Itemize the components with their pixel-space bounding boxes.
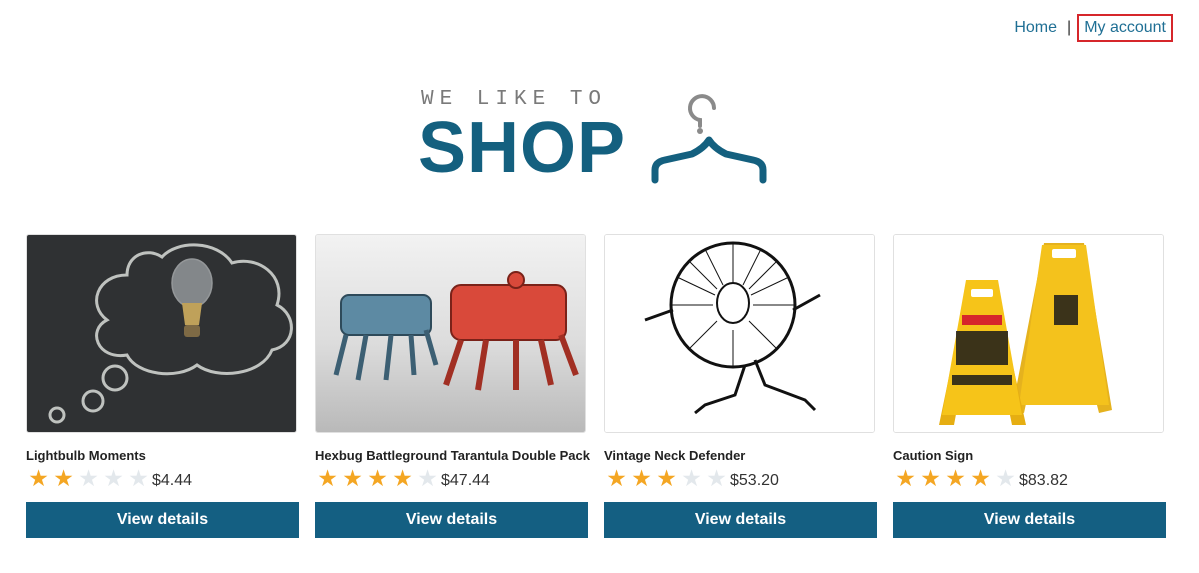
my-account-link[interactable]: My account [1077, 14, 1173, 42]
product-image-hexbug[interactable] [315, 234, 586, 433]
star-filled-icon: ★ [367, 466, 388, 492]
product-name[interactable]: Vintage Neck Defender [604, 448, 877, 464]
product-name[interactable]: Caution Sign [893, 448, 1166, 464]
product-image-neck-defender[interactable] [604, 234, 875, 433]
star-filled-icon: ★ [317, 466, 338, 492]
star-filled-icon: ★ [970, 466, 991, 492]
star-rating: ★ ★ ★ ★ ★ [315, 467, 440, 491]
star-empty-icon: ★ [995, 466, 1016, 492]
product-card: Lightbulb Moments ★ ★ ★ ★ ★ $4.44 View detai… [26, 234, 299, 538]
product-name[interactable]: Lightbulb Moments [26, 448, 299, 464]
product-price: $4.44 [152, 472, 193, 489]
lightbulb-chalk-image [27, 235, 296, 432]
view-details-button[interactable]: View details [604, 502, 877, 538]
rating-row: ★ ★ ★ ★ ★ $83.82 [893, 466, 1166, 492]
star-rating: ★ ★ ★ ★ ★ [26, 467, 151, 491]
shop-logo[interactable]: WE LIKE TO SHOP [418, 86, 778, 188]
product-card: Hexbug Battleground Tarantula Double Pac… [315, 234, 590, 538]
home-link[interactable]: Home [1010, 15, 1061, 41]
star-filled-icon: ★ [631, 466, 652, 492]
top-nav: Home | My account [1010, 14, 1173, 42]
product-price: $53.20 [730, 472, 779, 489]
star-filled-icon: ★ [895, 466, 916, 492]
star-filled-icon: ★ [606, 466, 627, 492]
product-price: $47.44 [441, 472, 490, 489]
star-empty-icon: ★ [78, 466, 99, 492]
caution-signs-image [894, 235, 1163, 432]
ruff-collar-sketch-image [605, 235, 874, 432]
product-card: Vintage Neck Defender ★ ★ ★ ★ ★ $53.20 View … [604, 234, 877, 538]
star-empty-icon: ★ [681, 466, 702, 492]
hanger-icon [651, 94, 767, 184]
view-details-button[interactable]: View details [315, 502, 588, 538]
product-price: $83.82 [1019, 472, 1068, 489]
star-filled-icon: ★ [342, 466, 363, 492]
star-filled-icon: ★ [656, 466, 677, 492]
star-filled-icon: ★ [28, 466, 49, 492]
rating-row: ★ ★ ★ ★ ★ $4.44 [26, 466, 299, 492]
star-rating: ★ ★ ★ ★ ★ [604, 467, 729, 491]
view-details-button[interactable]: View details [893, 502, 1166, 538]
star-empty-icon: ★ [128, 466, 149, 492]
product-name[interactable]: Hexbug Battleground Tarantula Double Pac… [315, 448, 590, 464]
product-image-lightbulb[interactable] [26, 234, 297, 433]
logo-word: SHOP [418, 108, 627, 188]
nav-separator: | [1067, 19, 1072, 36]
product-image-caution-sign[interactable] [893, 234, 1164, 433]
star-filled-icon: ★ [920, 466, 941, 492]
star-filled-icon: ★ [53, 466, 74, 492]
shop-page: Home | My account WE LIKE TO SHOP Lightb… [0, 0, 1199, 573]
product-card: Caution Sign ★ ★ ★ ★ ★ $83.82 View details [893, 234, 1166, 538]
star-rating: ★ ★ ★ ★ ★ [893, 467, 1018, 491]
rating-row: ★ ★ ★ ★ ★ $47.44 [315, 466, 588, 492]
robot-spiders-image [316, 235, 585, 432]
view-details-button[interactable]: View details [26, 502, 299, 538]
product-grid: Lightbulb Moments ★ ★ ★ ★ ★ $4.44 View detai… [26, 234, 1166, 538]
star-filled-icon: ★ [392, 466, 413, 492]
star-empty-icon: ★ [706, 466, 727, 492]
star-empty-icon: ★ [103, 466, 124, 492]
star-filled-icon: ★ [945, 466, 966, 492]
rating-row: ★ ★ ★ ★ ★ $53.20 [604, 466, 877, 492]
star-empty-icon: ★ [417, 466, 438, 492]
